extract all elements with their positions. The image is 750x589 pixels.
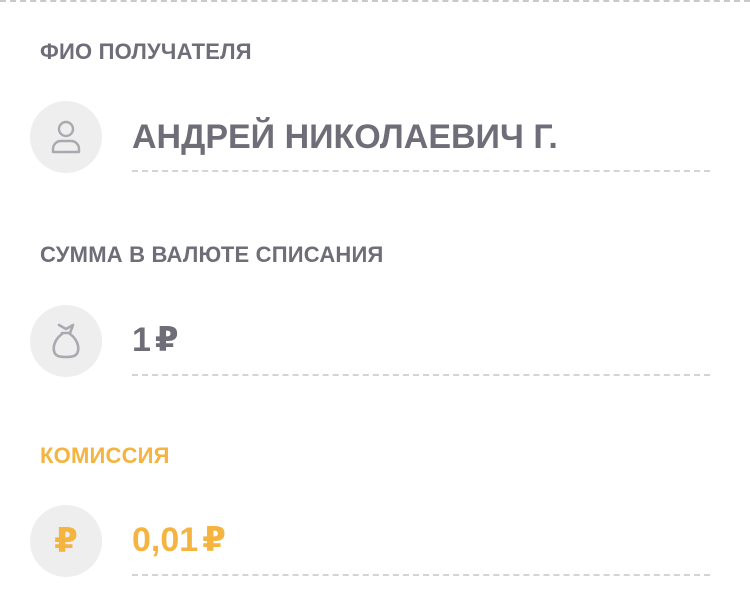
commission-value: 0,01 ₽ — [132, 520, 226, 560]
commission-label: КОМИССИЯ — [40, 443, 170, 468]
commission-number: 0,01 — [132, 521, 199, 559]
commission-underline — [132, 574, 710, 576]
commission-currency: ₽ — [202, 521, 226, 559]
commission-section: КОМИССИЯ ₽ 0,01 ₽ — [0, 0, 750, 589]
ruble-icon-glyph: ₽ — [54, 522, 78, 560]
ruble-icon: ₽ — [30, 505, 102, 577]
